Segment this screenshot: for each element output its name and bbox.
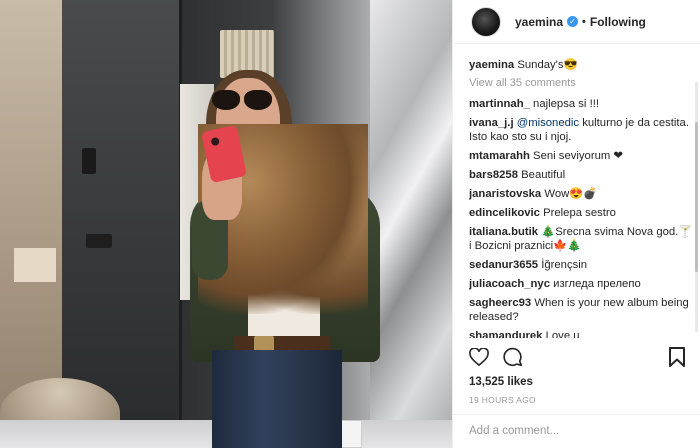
- photo-outlet: [86, 234, 112, 248]
- sunglasses-icon: [212, 90, 274, 112]
- likes-count[interactable]: 13,525 likes: [469, 376, 533, 388]
- comment-text: Seni seviyorum ❤: [533, 150, 623, 162]
- comment-username[interactable]: janaristovska: [469, 188, 541, 200]
- header-username[interactable]: yaemina: [515, 15, 563, 29]
- post-caption: yaemina Sunday's😎: [469, 58, 693, 72]
- comment-item: sagheerc93 When is your new album being …: [469, 296, 693, 324]
- comment-username[interactable]: bars8258: [469, 169, 518, 181]
- comment-username[interactable]: edincelikovic: [469, 207, 540, 219]
- scrollbar-thumb[interactable]: [695, 122, 698, 272]
- heart-icon[interactable]: [469, 346, 489, 369]
- following-button[interactable]: Following: [590, 15, 646, 29]
- comment-username[interactable]: mtamarahh: [469, 150, 530, 162]
- comment-username[interactable]: sedanur3655: [469, 259, 538, 271]
- person-belt: [234, 336, 330, 350]
- photo-marble-wall: [370, 0, 452, 440]
- sunglasses-emoji-icon: 😎: [563, 59, 578, 71]
- comment-text: изгледа прелепо: [553, 278, 641, 290]
- post-side-panel: yaemina ✓ • Following yaemina Sunday's😎 …: [452, 0, 700, 448]
- bookmark-icon[interactable]: [669, 346, 685, 370]
- photo-light-switch: [82, 148, 96, 174]
- avatar[interactable]: [471, 6, 501, 37]
- comment-item: ivana_j.j @misonedic kulturno je da cest…: [469, 116, 693, 144]
- comment-text: Love u: [545, 330, 580, 338]
- comment-username[interactable]: ivana_j.j: [469, 117, 514, 129]
- photo-door: [62, 0, 182, 420]
- post-header: yaemina ✓ • Following: [453, 0, 700, 44]
- comment-username[interactable]: sagheerc93: [469, 297, 531, 309]
- post-photo[interactable]: [0, 0, 452, 448]
- comment-username[interactable]: italiana.butik: [469, 226, 538, 238]
- comment-text: Beautiful: [521, 169, 566, 181]
- comment-item: juliacoach_nyc изгледа прелепо: [469, 277, 693, 291]
- comment-item: italiana.butik 🎄Srecna svima Nova god.🍸 …: [469, 225, 693, 253]
- add-comment-input[interactable]: Add a comment...: [453, 414, 700, 448]
- comment-username[interactable]: juliacoach_nyc: [469, 278, 550, 290]
- post-timestamp[interactable]: 19 HOURS AGO: [469, 395, 536, 405]
- comment-item: mtamarahh Seni seviyorum ❤: [469, 149, 693, 163]
- comment-icon[interactable]: [503, 347, 523, 370]
- comment-text: Wow😍💣: [544, 188, 598, 200]
- comment-item: janaristovska Wow😍💣: [469, 187, 693, 201]
- view-all-comments-link[interactable]: View all 35 comments: [469, 77, 693, 89]
- comments-list: yaemina Sunday's😎 View all 35 comments m…: [469, 58, 693, 338]
- verified-badge-icon: ✓: [567, 16, 579, 27]
- person-jeans: [212, 350, 342, 448]
- comment-item: sedanur3655 İğrençsin: [469, 258, 693, 272]
- caption-username[interactable]: yaemina: [469, 59, 514, 71]
- comments-scrollbar[interactable]: [695, 82, 698, 332]
- comment-text: najlepsa si !!!: [533, 98, 599, 110]
- comment-item: shamandurek Love u: [469, 329, 693, 338]
- comment-item: martinnah_ najlepsa si !!!: [469, 97, 693, 111]
- comment-username[interactable]: shamandurek: [469, 330, 542, 338]
- post-actions: [469, 346, 685, 370]
- photo-shelf: [14, 248, 56, 282]
- caption-text: Sunday's: [517, 59, 564, 71]
- comment-item: edincelikovic Prelepa sestro: [469, 206, 693, 220]
- comment-text: İğrençsin: [541, 259, 588, 271]
- comment-text: Prelepa sestro: [543, 207, 616, 219]
- comment-item: bars8258 Beautiful: [469, 168, 693, 182]
- comment-mention-link[interactable]: @misonedic: [517, 117, 579, 129]
- comment-username[interactable]: martinnah_: [469, 98, 530, 110]
- separator-dot: •: [582, 15, 586, 28]
